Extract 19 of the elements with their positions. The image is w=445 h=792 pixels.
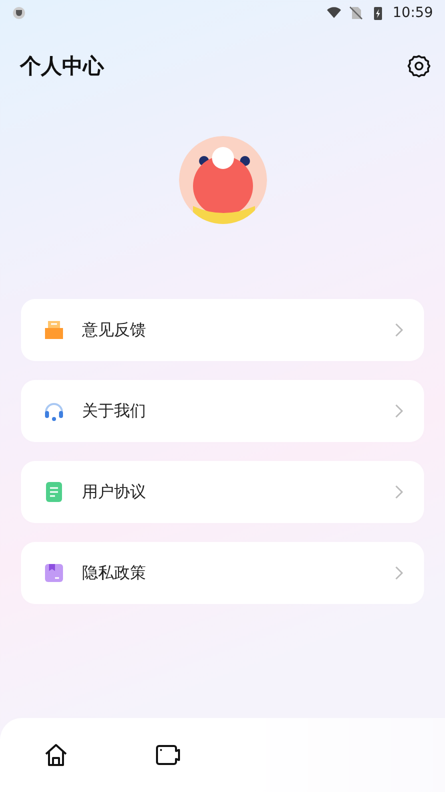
- wifi-icon: [326, 6, 341, 20]
- chevron-right-icon: [394, 566, 404, 580]
- menu-item[interactable]: 隐私政策: [21, 542, 424, 604]
- chevron-right-icon: [394, 323, 404, 337]
- chevron-right-icon: [394, 485, 404, 499]
- inbox-icon: [43, 319, 65, 341]
- settings-icon[interactable]: [407, 54, 431, 78]
- menu-item[interactable]: 意见反馈: [21, 299, 424, 361]
- no-sim-icon: [348, 6, 363, 20]
- menu-item[interactable]: 用户协议: [21, 461, 424, 523]
- menu-item[interactable]: 关于我们: [21, 380, 424, 442]
- folder-icon: [43, 562, 65, 584]
- shield-icon: [12, 6, 26, 20]
- page-title: 个人中心: [20, 53, 104, 80]
- headset-icon: [43, 400, 65, 422]
- clock: 10:59: [392, 5, 433, 21]
- document-icon: [43, 481, 65, 503]
- avatar[interactable]: [178, 136, 266, 224]
- chevron-right-icon: [394, 404, 404, 418]
